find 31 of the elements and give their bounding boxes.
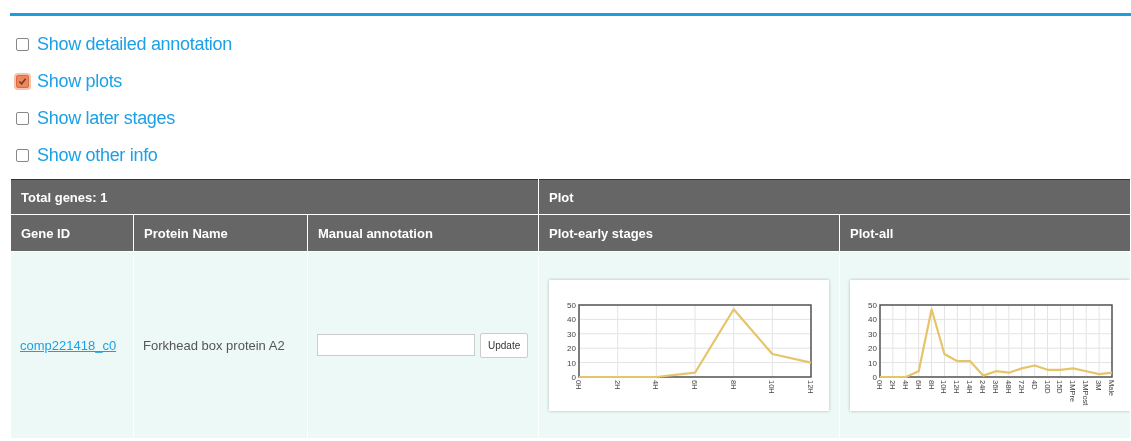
gene-link[interactable]: comp221418_c0 xyxy=(20,337,117,353)
option-label[interactable]: Show plots xyxy=(37,70,123,92)
protein-name: Forkhead box protein A2 xyxy=(143,337,285,353)
tick-label: 10 xyxy=(868,358,877,368)
option-label[interactable]: Show other info xyxy=(37,144,158,166)
tick-label: 0 xyxy=(872,372,877,382)
option-label[interactable]: Show detailed annotation xyxy=(37,33,232,55)
tick-label: 10 xyxy=(567,358,576,368)
column-header: Plot-all xyxy=(839,214,1131,252)
column-header: Protein Name xyxy=(133,214,308,252)
tick-label: 0 xyxy=(571,372,576,382)
tick-label: 20 xyxy=(868,343,877,353)
column-header: Manual annotation xyxy=(307,214,539,252)
annotation-field[interactable] xyxy=(317,334,475,356)
table-heading: Plot xyxy=(538,179,1131,215)
column-header: Gene ID xyxy=(10,214,134,252)
update-button[interactable]: Update xyxy=(480,332,529,358)
checkbox[interactable] xyxy=(16,37,29,51)
tick-label: 30 xyxy=(868,329,877,339)
checkbox[interactable] xyxy=(16,74,29,88)
checkbox[interactable] xyxy=(16,111,29,125)
tick-label: 50 xyxy=(567,300,576,310)
column-header: Plot-early stages xyxy=(538,214,840,252)
checkbox[interactable] xyxy=(16,148,29,162)
tick-label: 30 xyxy=(567,329,576,339)
option-label[interactable]: Show later stages xyxy=(37,107,175,129)
tick-label: 50 xyxy=(868,300,877,310)
table-heading: Total genes: 1 xyxy=(10,179,539,215)
tick-label: 40 xyxy=(868,314,877,324)
tick-label: 20 xyxy=(567,343,576,353)
tick-label: 40 xyxy=(567,314,576,324)
